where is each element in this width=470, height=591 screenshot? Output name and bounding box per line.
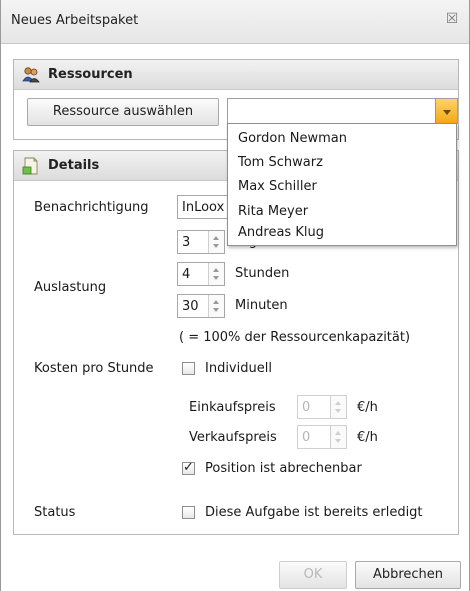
purchase-price-value: 0 — [302, 400, 311, 415]
sales-price-label: Verkaufspreis — [189, 430, 277, 445]
select-resource-button[interactable]: Ressource auswählen — [27, 98, 219, 126]
dropdown-option[interactable]: Max Schiller — [238, 179, 317, 194]
resource-dropdown-list: Gordon Newman Tom Schwarz Max Schiller R… — [227, 123, 457, 246]
days-stepper-buttons[interactable] — [208, 231, 224, 253]
status-label: Status — [34, 505, 76, 520]
sales-price-stepper-buttons[interactable] — [330, 426, 346, 448]
cancel-button[interactable]: Abbrechen — [355, 561, 461, 589]
purchase-price-label: Einkaufspreis — [189, 400, 276, 415]
sales-price-unit: €/h — [357, 430, 378, 445]
purchase-price-stepper[interactable]: 0 — [297, 395, 347, 419]
notification-label: Benachrichtigung — [34, 200, 149, 215]
cost-per-hour-label: Kosten pro Stunde — [34, 361, 154, 376]
individual-checkbox[interactable] — [182, 362, 195, 375]
days-stepper[interactable]: 3 — [177, 230, 225, 254]
sales-price-stepper[interactable]: 0 — [297, 425, 347, 449]
task-done-label: Diese Aufgabe ist bereits erledigt — [205, 505, 423, 520]
details-section-title: Details — [48, 158, 100, 173]
minutes-unit: Minuten — [235, 298, 288, 313]
task-done-checkbox[interactable] — [182, 506, 195, 519]
hours-value: 4 — [182, 267, 191, 282]
dropdown-option[interactable]: Tom Schwarz — [238, 155, 323, 170]
details-document-icon — [22, 157, 38, 175]
capacity-note: ( = 100% der Ressourcenkapazität) — [179, 330, 411, 345]
billable-label: Position ist abrechenbar — [205, 461, 362, 476]
workload-label: Auslastung — [34, 280, 107, 295]
resources-section-header: Ressourcen — [14, 60, 458, 90]
chevron-down-icon[interactable] — [435, 99, 457, 123]
hours-stepper-buttons[interactable] — [208, 263, 224, 285]
dropdown-option[interactable]: Rita Meyer — [238, 204, 308, 219]
billable-checkbox[interactable] — [182, 460, 195, 475]
dropdown-option[interactable]: Andreas Klug — [238, 225, 324, 240]
sales-price-value: 0 — [302, 430, 311, 445]
minutes-stepper-buttons[interactable] — [208, 295, 224, 317]
purchase-price-stepper-buttons[interactable] — [330, 396, 346, 418]
resource-select[interactable] — [227, 98, 458, 124]
purchase-price-unit: €/h — [357, 400, 378, 415]
users-icon — [22, 67, 40, 83]
minutes-value: 30 — [182, 299, 199, 314]
hours-stepper[interactable]: 4 — [177, 262, 225, 286]
dropdown-option[interactable]: Gordon Newman — [238, 131, 347, 146]
hours-unit: Stunden — [235, 266, 290, 281]
resources-section-title: Ressourcen — [48, 67, 133, 82]
minutes-stepper[interactable]: 30 — [177, 294, 225, 318]
close-icon[interactable]: ☒ — [445, 12, 459, 26]
title-bar: Neues Arbeitspaket ☒ — [1, 0, 469, 44]
individual-label: Individuell — [205, 361, 272, 376]
notification-value: InLoox — [182, 200, 225, 215]
ok-button[interactable]: OK — [279, 561, 347, 589]
new-work-package-dialog: Neues Arbeitspaket ☒ Ressourcen Ressourc… — [0, 0, 470, 591]
days-value: 3 — [182, 235, 191, 250]
dialog-title: Neues Arbeitspaket — [11, 13, 139, 28]
